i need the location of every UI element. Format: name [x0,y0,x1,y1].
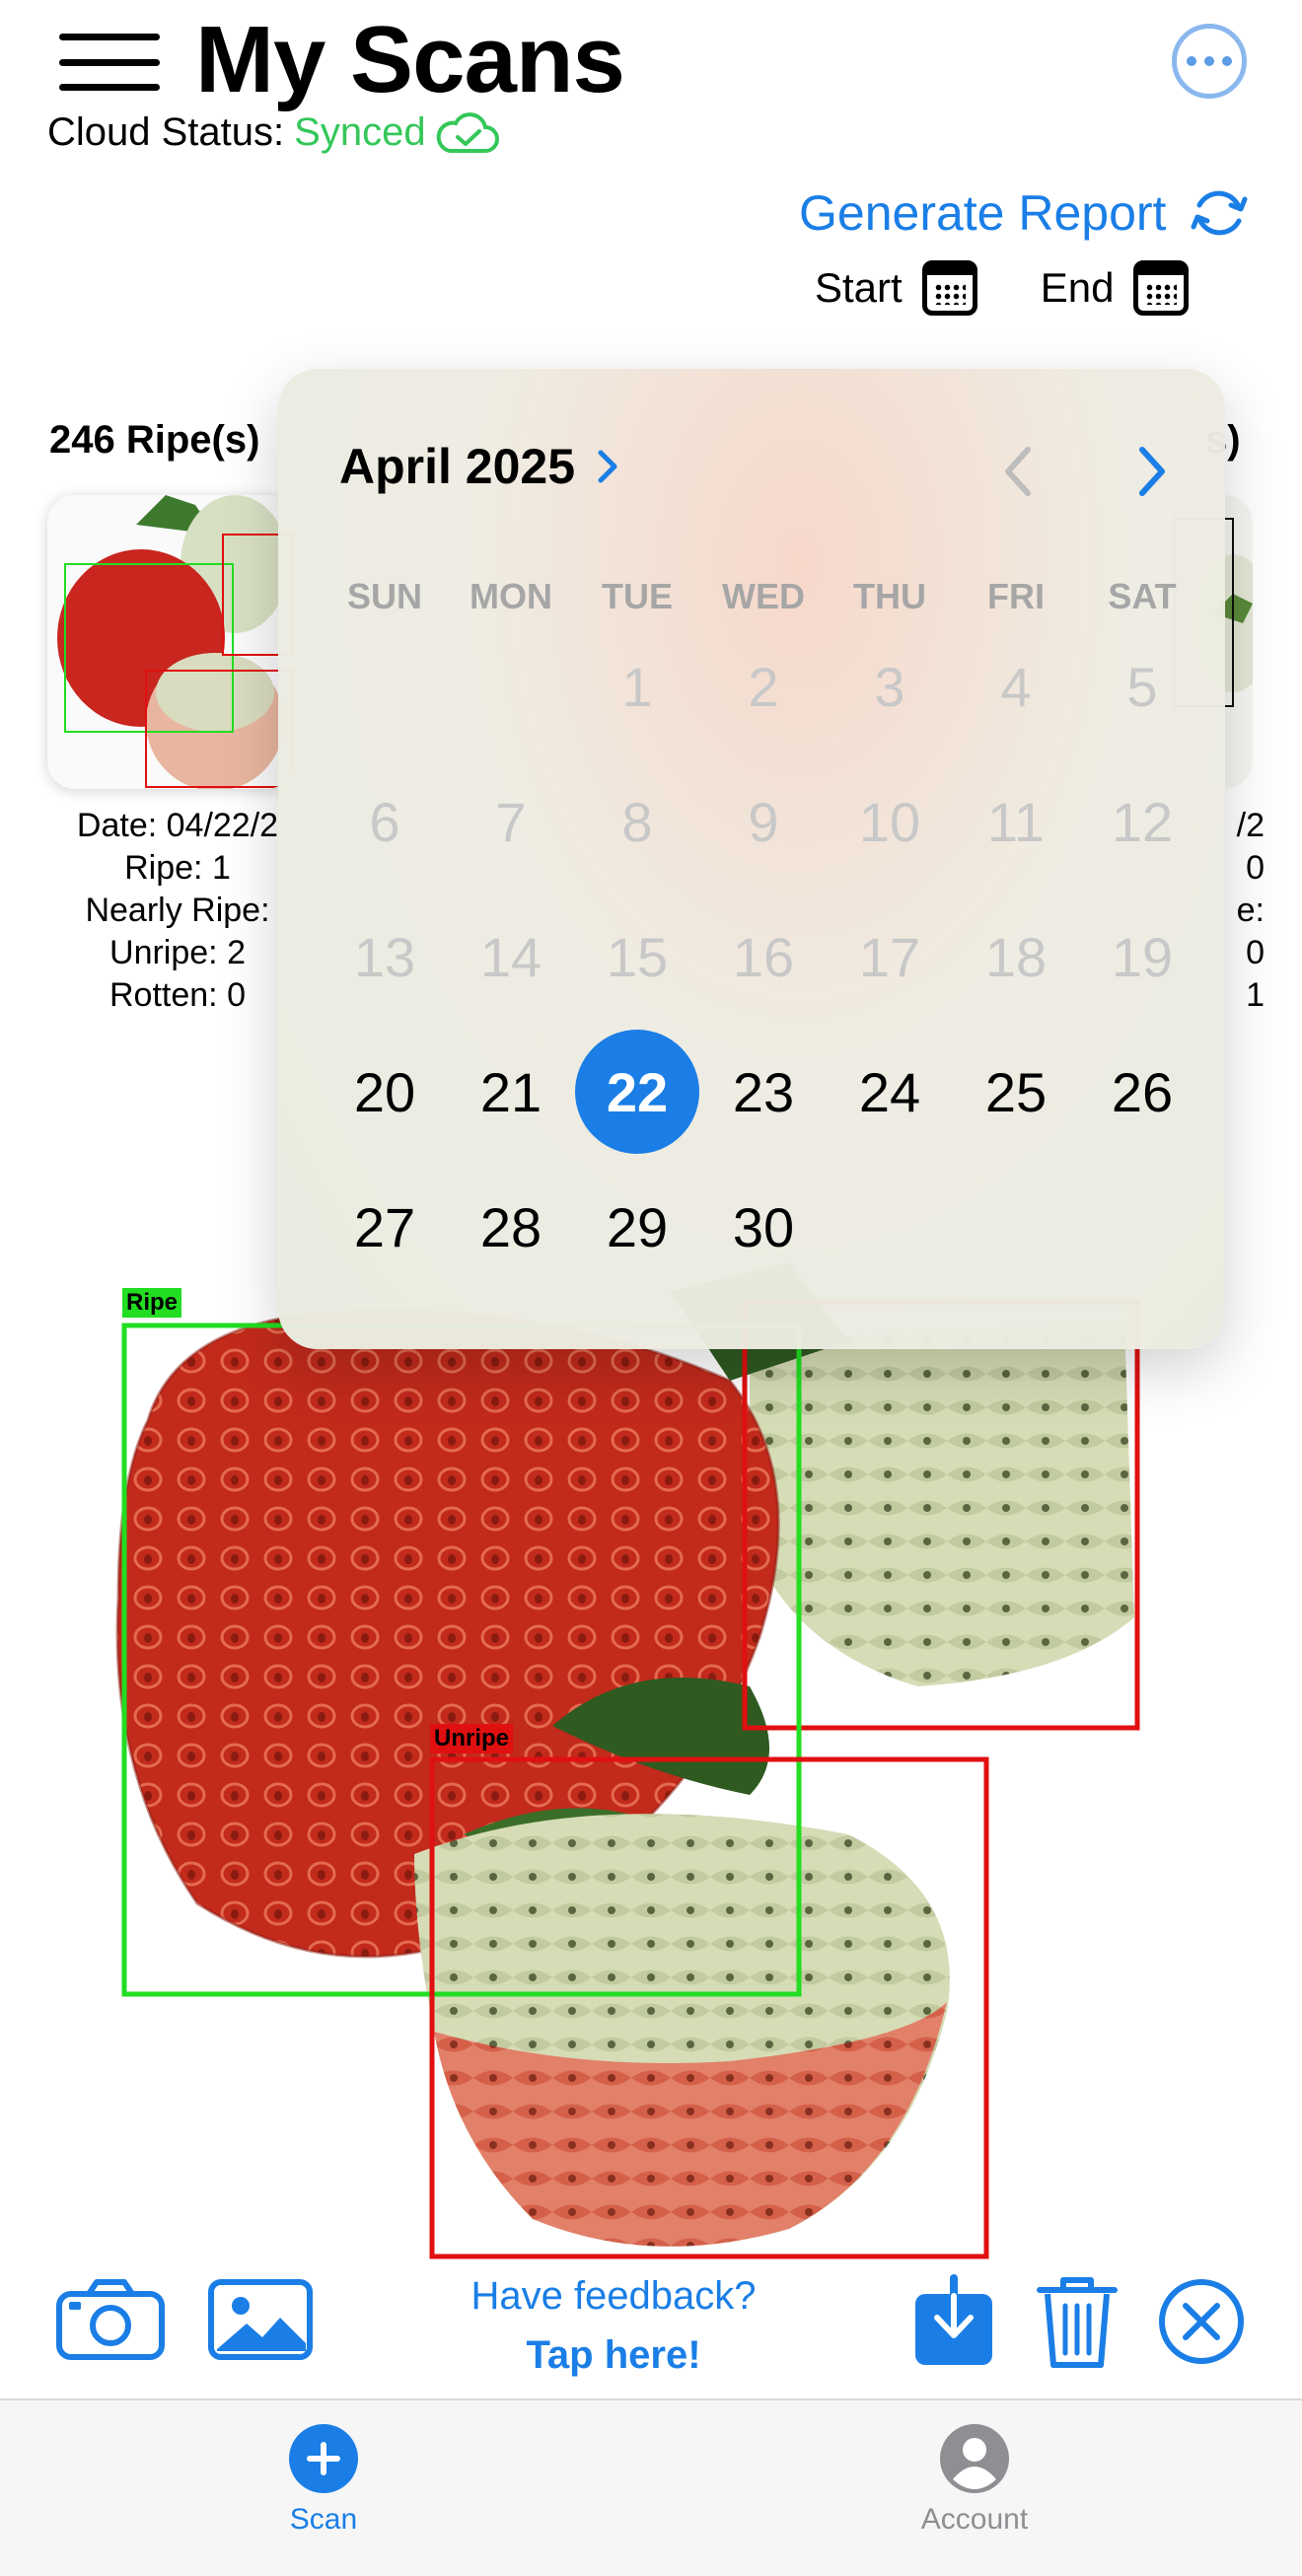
ellipsis-dot [1187,56,1196,66]
weekday-thu: THU [853,576,926,616]
tab-scan-label: Scan [289,2503,358,2536]
calendar-day: 13 [353,925,416,988]
hamburger-line [59,58,160,66]
feedback-link[interactable]: Have feedback? Tap here! [434,2266,793,2385]
camera-icon[interactable] [55,2278,166,2361]
scan-thumbnail-left[interactable] [47,495,294,789]
start-label: Start [815,264,903,311]
person-circle-icon [940,2424,1009,2493]
next-month-button[interactable] [1132,442,1172,501]
trash-icon[interactable] [1036,2272,1119,2371]
calendar-day: 14 [479,925,542,988]
month-year-label: April 2025 [339,439,576,494]
generate-report-label: Generate Report [799,185,1167,241]
calendar-day: 7 [495,790,527,853]
tab-scan[interactable]: Scan [225,2424,422,2537]
cloud-status: Cloud Status: Synced [47,110,499,155]
calendar-day: 19 [1111,925,1174,988]
photo-library-icon[interactable] [207,2278,314,2361]
close-circle-icon[interactable] [1156,2276,1247,2367]
download-icon[interactable] [913,2274,994,2367]
cloud-status-label: Cloud Status: [47,110,285,154]
calendar-day[interactable]: 26 [1079,1029,1205,1155]
ellipsis-dot [1222,56,1232,66]
calendar-day: 8 [621,790,653,853]
calendar-day: 2 [748,655,779,718]
calendar-day-selected[interactable]: 22 [574,1029,700,1155]
end-label: End [1040,264,1115,311]
scan-card-count-left: 246 Ripe(s) [49,418,260,462]
strawberry-detection-image [39,1223,1243,2268]
calendar-day: 18 [984,925,1048,988]
strawberry-thumbnail-image [47,495,294,789]
previous-month-button[interactable] [998,442,1038,501]
calendar-day: 15 [606,925,669,988]
calendar-day[interactable]: 23 [700,1029,827,1155]
calendar-day[interactable]: 30 [700,1164,827,1290]
scan-ripe-count: Ripe: 1 [124,849,231,887]
calendar-day[interactable]: 20 [322,1029,448,1155]
weekday-sun: SUN [346,576,422,616]
date-range-row: Start End [815,260,1190,316]
scan-unripe-count: Unripe: 2 [109,934,246,971]
month-year-selector[interactable]: April 2025 [339,438,620,495]
calendar-day: 3 [874,655,905,718]
detection-image [39,1223,1243,2268]
weekday-fri: FRI [987,576,1045,616]
scan-date: Date: 04/22/2 [76,807,279,844]
calendar-day[interactable]: 21 [448,1029,574,1155]
feedback-tap-here: Tap here! [526,2333,701,2377]
scan-rotten-count: Rotten: 0 [109,976,246,1014]
refresh-icon [1191,190,1248,236]
calendar-day: 4 [1000,655,1032,718]
calendar-day[interactable]: 29 [574,1164,700,1290]
calendar-day: 17 [858,925,921,988]
tab-account[interactable]: Account [876,2424,1073,2537]
ellipsis-dot [1204,56,1214,66]
weekday-mon: MON [470,576,552,616]
calendar-day: 11 [986,790,1046,853]
more-options-button[interactable] [1172,24,1247,99]
cloud-check-icon [436,111,499,153]
calendar-day[interactable]: 24 [827,1029,953,1155]
date-picker-popover[interactable]: April 2025 SUN MON TUE WED THU FRI SAT 1234567… [278,369,1225,1349]
feedback-prompt: Have feedback? [470,2274,757,2318]
calendar-day[interactable]: 28 [448,1164,574,1290]
menu-button[interactable] [59,34,160,91]
calendar-day: 5 [1126,655,1158,718]
plus-circle-icon [289,2424,358,2493]
weekday-sat: SAT [1108,576,1177,616]
calendar-day[interactable]: 25 [953,1029,1079,1155]
ripe-detection-label: Ripe [122,1288,182,1318]
calendar-day[interactable]: 27 [322,1164,448,1290]
calendar-day: 6 [369,790,400,853]
weekday-tue: TUE [602,576,673,616]
cloud-status-value: Synced [294,110,426,154]
weekday-wed: WED [722,576,805,616]
end-date-calendar-icon[interactable] [1133,260,1190,316]
calendar-day: 16 [732,925,795,988]
start-date-calendar-icon[interactable] [921,260,977,316]
page-title: My Scans [195,7,625,112]
scan-nearly-ripe-count: Nearly Ripe: [85,892,270,929]
calendar-day: 9 [748,790,779,853]
generate-report-button[interactable]: Generate Report [799,181,1251,245]
hamburger-line [59,84,160,91]
tab-bar: Scan Account [0,2398,1302,2576]
tab-account-label: Account [920,2503,1029,2536]
chevron-right-icon [598,450,617,483]
hamburger-line [59,34,160,40]
scan-card-details-left: Date: 04/22/2 Ripe: 1 Nearly Ripe: Unrip… [39,805,316,1017]
calendar-day: 1 [621,655,653,718]
calendar-day: 10 [858,790,921,853]
unripe-detection-label: Unripe [430,1724,514,1753]
calendar-day: 12 [1111,790,1174,853]
